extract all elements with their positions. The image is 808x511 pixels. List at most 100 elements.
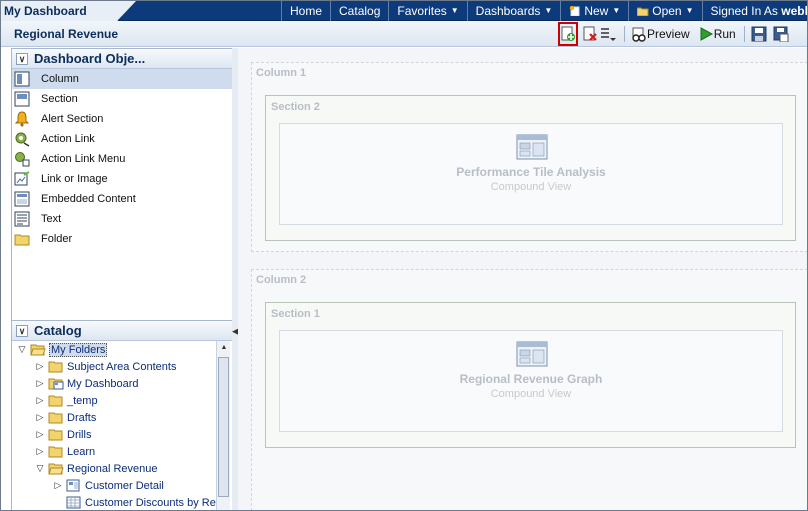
page-options-button[interactable] (600, 24, 616, 44)
link-image-icon (14, 171, 30, 186)
expand-toggle-icon[interactable]: ▷ (34, 429, 46, 440)
add-page-button[interactable] (558, 22, 578, 46)
column-title: Column 2 (256, 274, 307, 286)
expand-toggle-icon[interactable]: ▷ (34, 378, 46, 389)
dashboard-objects-list: Column Section Alert Section Action Link… (12, 69, 232, 321)
catalog-scrollbar[interactable]: ▲ (216, 341, 230, 511)
dashboard-layout-canvas: Column 1 Section 2 Performance Tile Anal… (238, 48, 808, 511)
folder-icon (48, 361, 63, 373)
tree-item-label: Subject Area Contents (67, 360, 177, 373)
save-as-icon (773, 26, 789, 42)
signed-in-user: weblo (781, 3, 808, 18)
preview-label: Preview (647, 27, 690, 41)
tree-item-drafts[interactable]: ▷ Drafts (12, 409, 232, 426)
object-item-section[interactable]: Section (12, 89, 232, 109)
expand-toggle-icon[interactable]: ▷ (34, 361, 46, 372)
tree-item-subject-area-contents[interactable]: ▷ Subject Area Contents (12, 358, 232, 375)
save-button[interactable] (751, 24, 767, 44)
scroll-up-icon[interactable]: ▲ (217, 341, 231, 355)
expand-toggle-icon[interactable]: ▷ (52, 480, 64, 491)
tree-item-temp[interactable]: ▷ _temp (12, 392, 232, 409)
object-label: Text (41, 213, 62, 225)
scrollbar-thumb[interactable] (218, 357, 229, 497)
open-folder-icon (48, 463, 64, 475)
folder-icon (48, 412, 63, 424)
nav-new[interactable]: New ▼ (560, 0, 628, 21)
tree-item-learn[interactable]: ▷ Learn (12, 443, 232, 460)
nav-open[interactable]: Open ▼ (628, 0, 701, 21)
global-nav: Home Catalog Favorites ▼ Dashboards ▼ New ▼… (281, 0, 808, 21)
tree-item-label: Learn (67, 445, 96, 458)
tree-item-label: Drills (67, 428, 92, 441)
run-play-icon (700, 27, 713, 41)
nav-catalog[interactable]: Catalog (330, 0, 388, 21)
expand-toggle-icon[interactable]: ▷ (34, 395, 46, 406)
toolbar-separator (743, 26, 745, 42)
tree-item-customer-discounts[interactable]: Customer Discounts by Re (12, 494, 232, 511)
collapse-toggle-icon[interactable]: ∨ (16, 52, 28, 65)
embedded-content-icon (14, 191, 30, 207)
object-item-text[interactable]: Text (12, 209, 232, 229)
object-label: Folder (41, 233, 73, 245)
section-title: Section 1 (271, 308, 320, 320)
dashboard-tab[interactable]: My Dashboard (0, 0, 137, 21)
compound-view-tile[interactable]: Regional Revenue Graph Compound View (279, 330, 783, 432)
delete-page-icon (583, 26, 597, 41)
collapse-toggle-icon[interactable]: ∨ (16, 324, 28, 337)
alert-bell-icon (14, 111, 30, 127)
dashboard-objects-title: Dashboard Obje... (34, 51, 146, 66)
nav-dashboards-label: Dashboards (475, 3, 541, 18)
chevron-down-icon: ▼ (544, 6, 553, 15)
object-item-alert-section[interactable]: Alert Section (12, 109, 232, 129)
object-item-embedded-content[interactable]: Embedded Content (12, 189, 232, 209)
object-item-action-link[interactable]: Action Link (12, 129, 232, 149)
open-folder-icon (637, 7, 649, 16)
toolbar-separator (624, 26, 625, 42)
nav-home[interactable]: Home (281, 0, 330, 21)
expand-toggle-icon[interactable]: ▷ (34, 412, 46, 423)
expand-toggle-icon[interactable]: ▽ (16, 344, 28, 355)
object-label: Action Link (41, 133, 95, 145)
nav-signed-in[interactable]: Signed In As weblo (701, 0, 808, 21)
tree-item-my-folders[interactable]: ▽ My Folders (12, 341, 232, 358)
section-icon (14, 91, 30, 107)
action-link-icon (15, 132, 30, 147)
run-label: Run (713, 27, 736, 41)
delete-page-button[interactable] (582, 24, 598, 44)
object-label: Link or Image (41, 173, 108, 185)
layout-column-1[interactable]: Column 1 Section 2 Performance Tile Anal… (251, 62, 808, 252)
dashboard-objects-header[interactable]: ∨ Dashboard Obje... (12, 49, 232, 69)
text-icon (14, 211, 30, 227)
compound-view-icon (516, 134, 548, 160)
catalog-tree: ▽ My Folders ▷ Subject Area Contents ▷ M… (12, 341, 232, 511)
catalog-header[interactable]: ∨ Catalog (12, 321, 232, 341)
save-disk-icon (751, 26, 767, 42)
tree-item-regional-revenue[interactable]: ▽ Regional Revenue (12, 460, 232, 477)
nav-favorites[interactable]: Favorites ▼ (388, 0, 466, 21)
layout-section[interactable]: Section 2 Performance Tile Analysis Comp… (265, 95, 796, 241)
tree-item-customer-detail[interactable]: ▷ Customer Detail (12, 477, 232, 494)
object-item-link-or-image[interactable]: Link or Image (12, 169, 232, 189)
preview-button[interactable]: Preview (631, 24, 690, 44)
nav-catalog-label: Catalog (339, 3, 381, 18)
nav-favorites-label: Favorites (397, 3, 447, 18)
save-as-button[interactable] (773, 24, 789, 44)
nav-dashboards[interactable]: Dashboards ▼ (466, 0, 561, 21)
tree-item-drills[interactable]: ▷ Drills (12, 426, 232, 443)
expand-toggle-icon[interactable]: ▷ (34, 446, 46, 457)
folder-icon (48, 429, 63, 441)
object-item-action-link-menu[interactable]: Action Link Menu (12, 149, 232, 169)
new-star-icon (570, 5, 580, 16)
tree-item-my-dashboard[interactable]: ▷ My Dashboard (12, 375, 232, 392)
compound-view-tile[interactable]: Performance Tile Analysis Compound View (279, 123, 783, 225)
layout-section[interactable]: Section 1 Regional Revenue Graph Compoun… (265, 302, 796, 448)
expand-toggle-icon[interactable]: ▽ (34, 463, 46, 474)
layout-column-2[interactable]: Column 2 Section 1 Regional Revenue Grap… (251, 269, 808, 511)
run-button[interactable]: Run (698, 24, 736, 44)
object-item-folder[interactable]: Folder (12, 229, 232, 249)
object-item-column[interactable]: Column (12, 69, 232, 89)
tree-item-label: _temp (67, 394, 98, 407)
action-link-menu-icon (15, 152, 30, 167)
compound-view-icon (516, 341, 548, 367)
folder-icon (48, 395, 63, 407)
